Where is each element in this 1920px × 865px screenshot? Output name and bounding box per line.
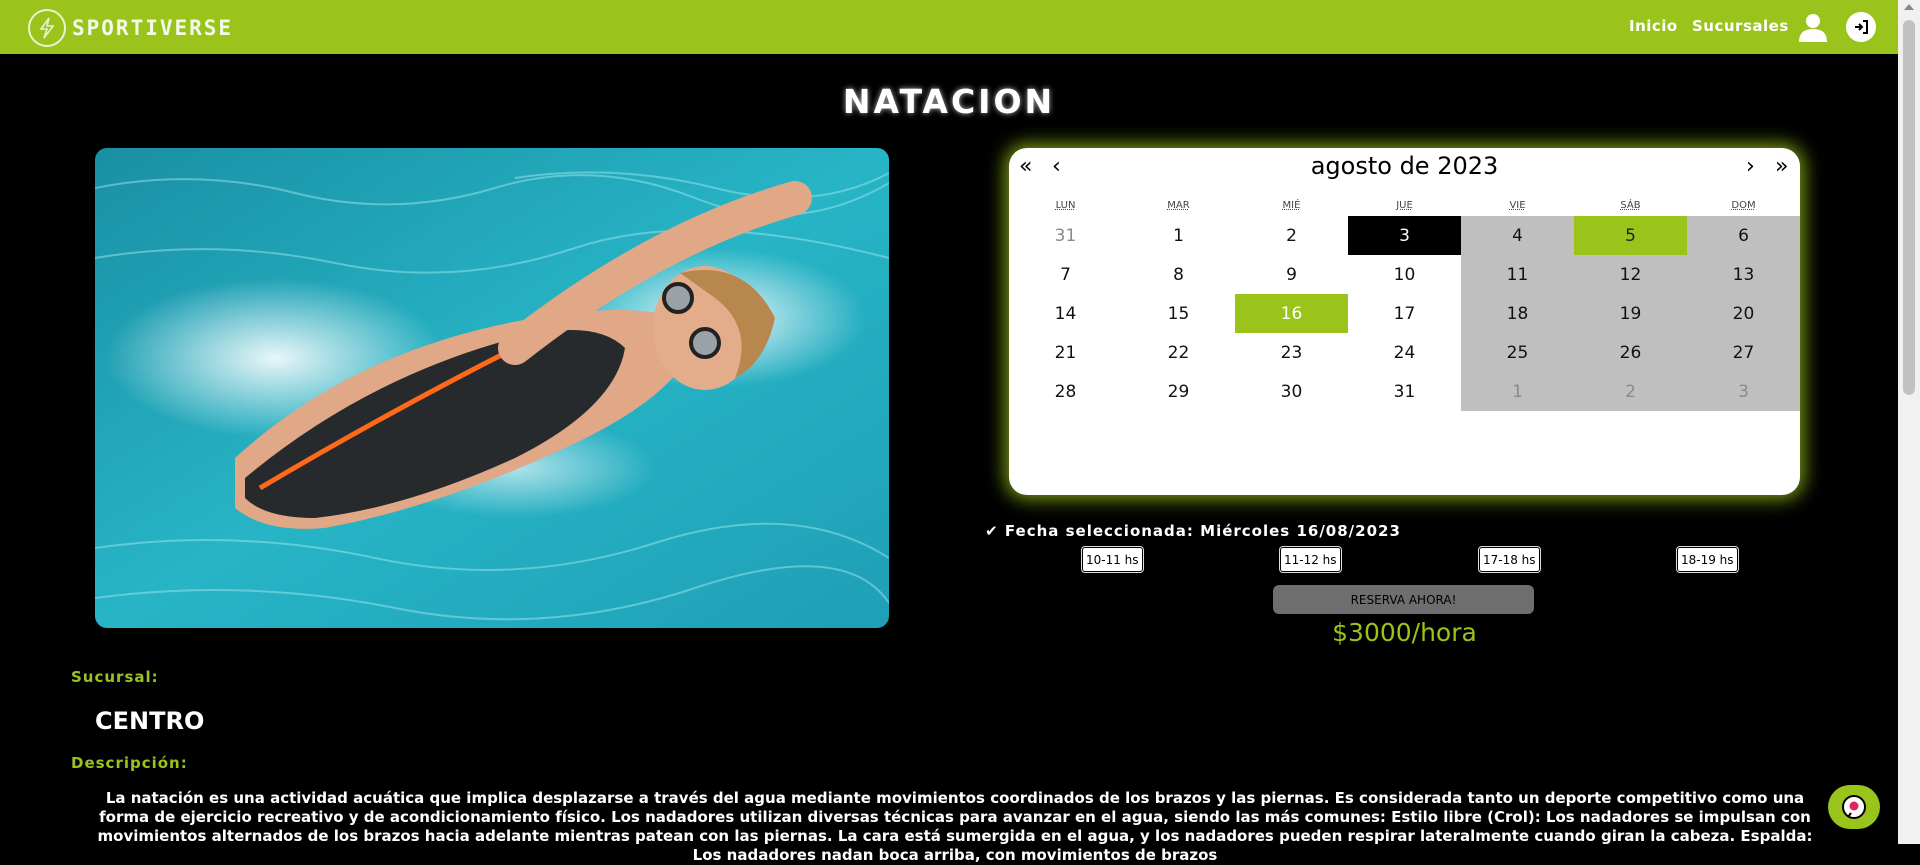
scroll-up-arrow-icon[interactable] — [1904, 4, 1914, 10]
date-picker-calendar: « ‹ agosto de 2023 › » LUN MAR MIÉ JUE V… — [1009, 148, 1800, 495]
calendar-day[interactable]: 4 — [1461, 216, 1574, 255]
calendar-day[interactable]: 3 — [1687, 372, 1800, 411]
calendar-day[interactable]: 15 — [1122, 294, 1235, 333]
calendar-month-title[interactable]: agosto de 2023 — [1009, 152, 1800, 180]
calendar-day[interactable]: 31 — [1348, 372, 1461, 411]
weekday-label: DOM — [1731, 200, 1756, 211]
brand[interactable]: SPORTIVERSE — [28, 9, 233, 47]
weekday-label: LUN — [1055, 200, 1076, 211]
branch-label: Sucursal: — [71, 668, 159, 686]
chat-bot-icon[interactable] — [1828, 785, 1880, 829]
calendar-day[interactable]: 31 — [1009, 216, 1122, 255]
description-text: La natación es una actividad acuática qu… — [97, 789, 1813, 864]
time-slot-button[interactable]: 17-18 hs — [1479, 547, 1540, 572]
calendar-day[interactable]: 29 — [1122, 372, 1235, 411]
calendar-day[interactable]: 1 — [1461, 372, 1574, 411]
nav-link-inicio[interactable]: Inicio — [1629, 17, 1678, 35]
lightning-logo-icon — [28, 9, 66, 47]
calendar-day[interactable]: 2 — [1235, 216, 1348, 255]
nav-link-sucursales[interactable]: Sucursales — [1692, 17, 1789, 35]
calendar-day[interactable]: 9 — [1235, 255, 1348, 294]
weekday-label: MIÉ — [1282, 200, 1301, 211]
user-icon[interactable] — [1798, 12, 1828, 42]
selected-date-label: ✔ Fecha seleccionada: Miércoles 16/08/20… — [985, 522, 1401, 540]
time-slot-button[interactable]: 10-11 hs — [1082, 547, 1143, 572]
calendar-day-highlighted[interactable]: 5 — [1574, 216, 1687, 255]
page-title: NATACION — [842, 82, 1056, 121]
calendar-day[interactable]: 30 — [1235, 372, 1348, 411]
branch-name: CENTRO — [95, 707, 205, 735]
navbar: SPORTIVERSE Inicio Sucursales — [0, 0, 1898, 54]
calendar-day[interactable]: 24 — [1348, 333, 1461, 372]
calendar-day[interactable]: 12 — [1574, 255, 1687, 294]
swimmer-photo — [95, 148, 889, 628]
time-slot-button[interactable]: 11-12 hs — [1280, 547, 1341, 572]
calendar-days: 31 1 2 3 4 5 6 7 8 9 10 11 12 13 14 15 1… — [1009, 216, 1800, 411]
calendar-day[interactable]: 8 — [1122, 255, 1235, 294]
calendar-day[interactable]: 2 — [1574, 372, 1687, 411]
sign-in-icon[interactable] — [1846, 12, 1876, 42]
calendar-day[interactable]: 1 — [1122, 216, 1235, 255]
time-slot-button[interactable]: 18-19 hs — [1677, 547, 1738, 572]
calendar-day[interactable]: 20 — [1687, 294, 1800, 333]
calendar-day[interactable]: 13 — [1687, 255, 1800, 294]
next-month-button[interactable]: › — [1746, 154, 1755, 179]
calendar-day-selected[interactable]: 16 — [1235, 294, 1348, 333]
calendar-day[interactable]: 14 — [1009, 294, 1122, 333]
calendar-day[interactable]: 27 — [1687, 333, 1800, 372]
weekday-label: MAR — [1167, 200, 1190, 211]
weekday-label: SÁB — [1620, 200, 1641, 211]
reserve-now-button[interactable]: RESERVA AHORA! — [1273, 585, 1534, 614]
next-year-button[interactable]: » — [1775, 154, 1788, 179]
calendar-day[interactable]: 21 — [1009, 333, 1122, 372]
selected-date-row: ✔ Fecha seleccionada: Miércoles 16/08/20… — [0, 521, 1898, 540]
calendar-day-today[interactable]: 3 — [1348, 216, 1461, 255]
description-label: Descripción: — [71, 754, 188, 772]
calendar-day[interactable]: 19 — [1574, 294, 1687, 333]
calendar-day[interactable]: 6 — [1687, 216, 1800, 255]
price-per-hour: $3000/hora — [1332, 618, 1477, 647]
calendar-day[interactable]: 28 — [1009, 372, 1122, 411]
scroll-thumb[interactable] — [1903, 20, 1915, 395]
calendar-day[interactable]: 25 — [1461, 333, 1574, 372]
calendar-day[interactable]: 17 — [1348, 294, 1461, 333]
page-scrollbar[interactable] — [1898, 0, 1920, 844]
calendar-weekdays: LUN MAR MIÉ JUE VIE SÁB DOM — [1009, 200, 1800, 211]
calendar-day[interactable]: 7 — [1009, 255, 1122, 294]
weekday-label: JUE — [1396, 200, 1413, 211]
calendar-day[interactable]: 10 — [1348, 255, 1461, 294]
calendar-day[interactable]: 11 — [1461, 255, 1574, 294]
calendar-day[interactable]: 26 — [1574, 333, 1687, 372]
weekday-label: VIE — [1509, 200, 1526, 211]
calendar-day[interactable]: 22 — [1122, 333, 1235, 372]
brand-name: SPORTIVERSE — [72, 16, 234, 40]
calendar-day[interactable]: 18 — [1461, 294, 1574, 333]
calendar-day[interactable]: 23 — [1235, 333, 1348, 372]
